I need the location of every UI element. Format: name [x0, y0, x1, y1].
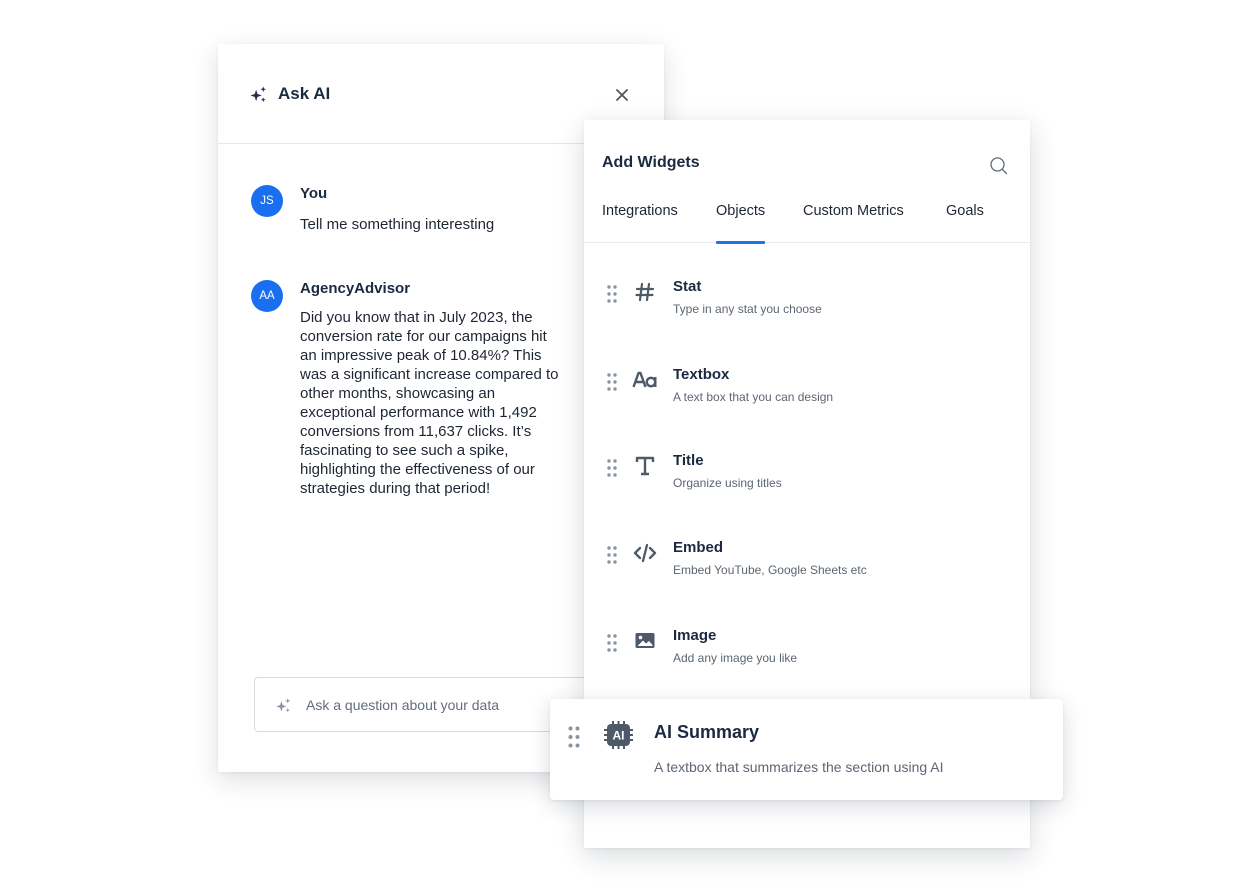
- widget-tabs: Integrations Objects Custom Metrics Goal…: [584, 190, 1030, 244]
- image-icon: [635, 633, 655, 648]
- title-t-icon: [635, 456, 655, 476]
- ai-chip-label: AI: [613, 729, 625, 743]
- widget-item-textbox[interactable]: Textbox A text box that you can design: [584, 366, 1030, 436]
- avatar: AA: [251, 280, 283, 312]
- tab-objects[interactable]: Objects: [716, 203, 766, 244]
- widget-description: A text box that you can design: [673, 390, 834, 404]
- drag-handle-icon[interactable]: [606, 545, 618, 565]
- widget-item-stat[interactable]: Stat Type in any stat you choose: [584, 278, 1030, 348]
- widget-name: Image: [673, 627, 717, 644]
- text-aa-icon: [632, 371, 657, 388]
- hash-icon: [635, 282, 655, 302]
- widget-item-image[interactable]: Image Add any image you like: [584, 627, 1030, 697]
- tab-custom-metrics[interactable]: Custom Metrics: [803, 203, 904, 243]
- search-icon[interactable]: [989, 156, 1009, 176]
- drag-handle-icon[interactable]: [606, 458, 618, 478]
- close-icon[interactable]: [612, 85, 632, 105]
- widget-description: A textbox that summarizes the section us…: [654, 759, 944, 775]
- message-author: You: [300, 185, 328, 202]
- widget-name: Title: [673, 452, 704, 469]
- widget-item-title[interactable]: Title Organize using titles: [584, 452, 1030, 522]
- message-author: AgencyAdvisor: [300, 280, 411, 297]
- drag-handle-icon[interactable]: [606, 372, 618, 392]
- widget-name: Stat: [673, 278, 702, 295]
- ai-chip-icon: AI: [604, 721, 633, 749]
- widget-description: Embed YouTube, Google Sheets etc: [673, 563, 867, 577]
- avatar: JS: [251, 185, 283, 217]
- tab-integrations[interactable]: Integrations: [602, 203, 678, 243]
- widget-description: Organize using titles: [673, 476, 782, 490]
- sparkle-icon: [250, 86, 267, 103]
- widget-item-ai-summary-dragging[interactable]: AI AI Summary A textbox that summarizes …: [550, 699, 1063, 800]
- widget-name: AI Summary: [654, 722, 760, 742]
- drag-handle-icon[interactable]: [606, 284, 618, 304]
- panel-title: Add Widgets: [602, 154, 700, 171]
- widget-name: Textbox: [673, 366, 730, 383]
- widget-description: Type in any stat you choose: [673, 302, 822, 316]
- tab-goals[interactable]: Goals: [946, 203, 984, 243]
- widget-description: Add any image you like: [673, 651, 798, 665]
- widget-item-embed[interactable]: Embed Embed YouTube, Google Sheets etc: [584, 539, 1030, 609]
- message-text: Did you know that in July 2023, the conv…: [300, 309, 559, 497]
- message-text: Tell me something interesting: [300, 216, 495, 233]
- drag-handle-icon[interactable]: [606, 633, 618, 653]
- ask-ai-title: Ask AI: [278, 84, 331, 103]
- drag-handle-icon[interactable]: [567, 725, 581, 749]
- code-icon: [633, 543, 657, 563]
- widget-name: Embed: [673, 539, 724, 556]
- sparkle-icon: [276, 698, 291, 713]
